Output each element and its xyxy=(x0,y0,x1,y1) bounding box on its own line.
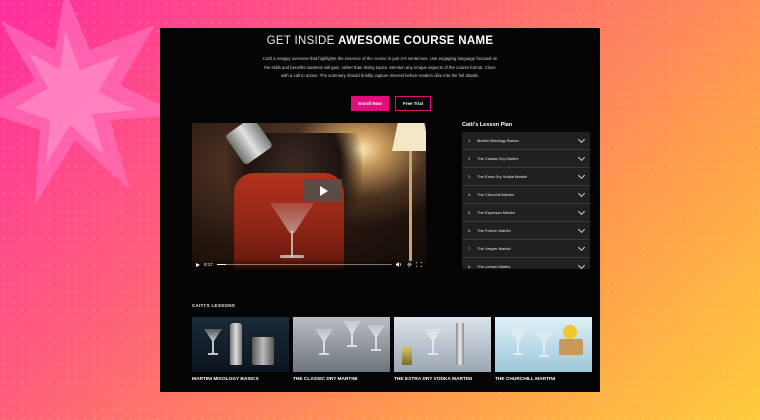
starburst-decoration xyxy=(0,0,180,205)
lemon-image xyxy=(563,325,577,339)
lesson-item[interactable]: 3. The Extra Dry Vodka Martini xyxy=(462,168,590,186)
course-description: Craft a snappy overview that highlights … xyxy=(262,56,498,79)
lesson-item[interactable]: 1. Martini Mixology Basics xyxy=(462,132,590,150)
lesson-card-caption: THE CHURCHILL MARTINI xyxy=(495,377,556,382)
video-controls: 0:17 xyxy=(192,259,426,270)
martini-glass-image xyxy=(424,329,442,355)
control-play-icon[interactable] xyxy=(196,262,200,267)
lesson-number: 3. xyxy=(468,174,472,179)
lesson-plan-title: Caiti's Lesson Plan xyxy=(462,122,513,128)
lesson-card-caption: THE EXTRA DRY VODKA MARTINI xyxy=(394,377,472,382)
video-progress-fill xyxy=(216,263,226,266)
enroll-now-button[interactable]: Enroll Now xyxy=(351,96,389,111)
chevron-down-icon[interactable] xyxy=(577,243,586,251)
lesson-item[interactable]: 2. The Classic Dry Martini xyxy=(462,150,590,168)
lesson-name: The Classic Dry Martini xyxy=(477,156,519,161)
lesson-item[interactable]: 6. The French Martini xyxy=(462,222,590,240)
lesson-number: 5. xyxy=(468,210,472,215)
lesson-number: 4. xyxy=(468,192,472,197)
lesson-name: The Lemon Martini xyxy=(477,264,511,269)
lesson-name: The French Martini xyxy=(477,228,511,233)
lesson-name: Martini Mixology Basics xyxy=(477,138,519,143)
lesson-card-caption: MARTINI MIXOLOGY BASICS xyxy=(192,377,259,382)
bottle-image xyxy=(456,323,464,365)
play-icon[interactable] xyxy=(303,179,342,202)
martini-glass-image xyxy=(535,331,553,357)
title-prefix: GET INSIDE xyxy=(266,35,335,47)
martini-glass-image xyxy=(204,329,222,355)
lesson-thumbnail xyxy=(394,317,491,372)
video-player[interactable]: 0:17 xyxy=(192,123,426,270)
course-page-card: GET INSIDE AWESOME COURSE NAME Craft a s… xyxy=(160,28,600,392)
martini-glass-image xyxy=(367,325,385,351)
gear-icon[interactable] xyxy=(406,262,412,267)
lesson-number: 6. xyxy=(468,228,472,233)
martini-glass-image xyxy=(509,329,527,355)
lesson-thumbnail xyxy=(293,317,390,372)
video-timestamp: 0:17 xyxy=(204,262,213,267)
lesson-item[interactable]: 5. The Espresso Martini xyxy=(462,204,590,222)
lesson-card[interactable]: MARTINI MIXOLOGY BASICS xyxy=(192,317,289,382)
chevron-down-icon[interactable] xyxy=(577,261,586,269)
lesson-name: The Espresso Martini xyxy=(477,210,515,215)
video-lamp-shade xyxy=(392,123,426,151)
lesson-card[interactable]: THE CHURCHILL MARTINI xyxy=(495,317,592,382)
lesson-number: 2. xyxy=(468,156,472,161)
lesson-name: The Churchill Martini xyxy=(477,192,514,197)
page-title: GET INSIDE AWESOME COURSE NAME xyxy=(160,35,600,47)
lesson-number: 1. xyxy=(468,138,472,143)
lessons-section-label: CAITI'S LESSONS xyxy=(192,303,236,308)
chevron-down-icon[interactable] xyxy=(577,225,586,233)
lesson-cards: MARTINI MIXOLOGY BASICS THE CLASSIC DRY … xyxy=(192,317,592,382)
lesson-name: The Vesper Martini xyxy=(477,246,511,251)
volume-icon[interactable] xyxy=(396,262,402,267)
martini-glass-image xyxy=(343,321,361,347)
lesson-card[interactable]: THE EXTRA DRY VODKA MARTINI xyxy=(394,317,491,382)
lesson-card[interactable]: THE CLASSIC DRY MARTINI xyxy=(293,317,390,382)
lesson-item[interactable]: 4. The Churchill Martini xyxy=(462,186,590,204)
video-lamp-pole xyxy=(409,151,412,261)
video-glass-stem xyxy=(291,231,293,257)
chevron-down-icon[interactable] xyxy=(577,207,586,215)
lesson-thumbnail xyxy=(192,317,289,372)
chevron-down-icon[interactable] xyxy=(577,171,586,179)
tin-image xyxy=(252,337,274,365)
lesson-thumbnail xyxy=(495,317,592,372)
video-glass-base xyxy=(280,255,304,258)
martini-glass-image xyxy=(315,329,333,355)
box-image xyxy=(559,339,583,355)
lesson-name: The Extra Dry Vodka Martini xyxy=(477,174,528,179)
video-progress-bar[interactable] xyxy=(216,263,392,266)
shaker-image xyxy=(230,323,242,365)
lesson-item[interactable]: 7. The Vesper Martini xyxy=(462,240,590,258)
olive-jar-image xyxy=(402,347,412,365)
title-course-name: AWESOME COURSE NAME xyxy=(338,35,494,47)
chevron-down-icon[interactable] xyxy=(577,135,586,143)
lesson-plan-list: 1. Martini Mixology Basics 2. The Classic … xyxy=(462,132,590,269)
chevron-down-icon[interactable] xyxy=(577,189,586,197)
chevron-down-icon[interactable] xyxy=(577,153,586,161)
lesson-number: 7. xyxy=(468,246,472,251)
lesson-card-caption: THE CLASSIC DRY MARTINI xyxy=(293,377,358,382)
lesson-item[interactable]: 8. The Lemon Martini xyxy=(462,258,590,269)
free-trial-button[interactable]: Free Trial xyxy=(395,96,431,111)
fullscreen-icon[interactable] xyxy=(416,262,422,267)
lesson-number: 8. xyxy=(468,264,472,269)
